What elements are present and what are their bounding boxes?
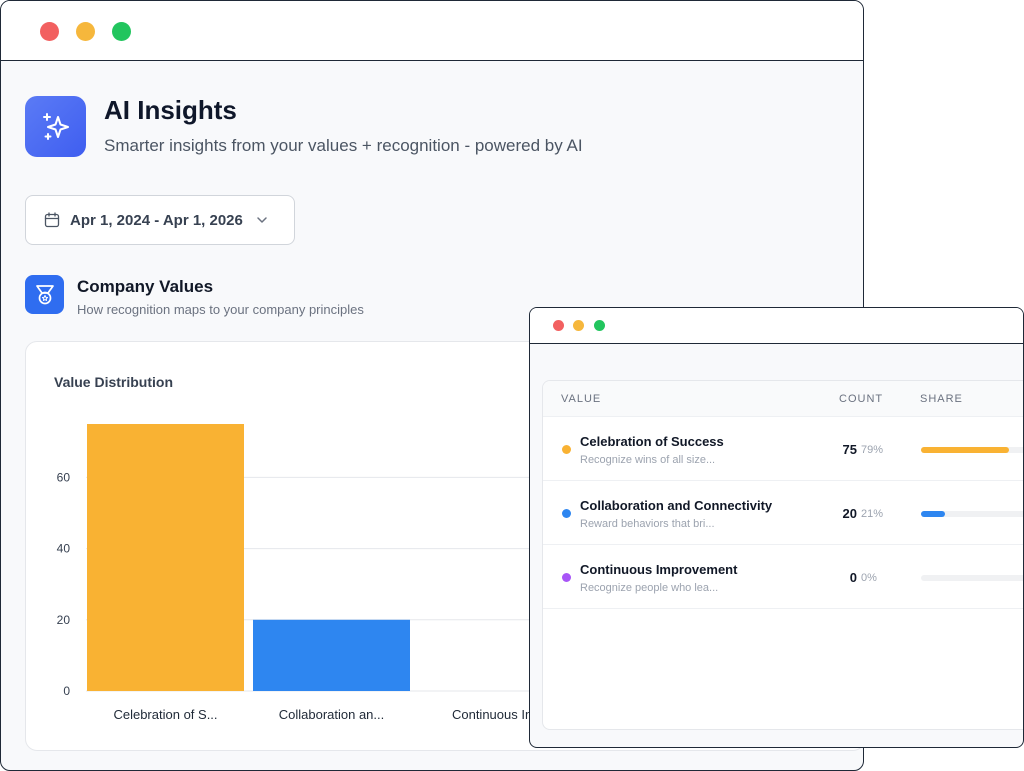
column-header-share[interactable]: SHARE	[920, 393, 963, 405]
section-subtitle: How recognition maps to your company pri…	[77, 302, 364, 317]
page-title: AI Insights	[104, 95, 237, 125]
values-table: VALUE COUNT SHARE Celebration of Success…	[542, 380, 1023, 730]
table-row[interactable]: Collaboration and Connectivity Reward be…	[543, 481, 1023, 545]
table-row[interactable]: Celebration of Success Recognize wins of…	[543, 417, 1023, 481]
minimize-window-button[interactable]	[76, 22, 95, 41]
value-name: Collaboration and Connectivity	[580, 498, 773, 513]
date-range-label: Apr 1, 2024 - Apr 1, 2026	[70, 211, 243, 229]
value-count: 20	[842, 506, 857, 521]
calendar-icon	[44, 212, 60, 228]
column-header-count[interactable]: COUNT	[839, 393, 883, 405]
sparkles-icon	[25, 96, 86, 157]
value-color-dot	[562, 445, 571, 454]
maximize-window-button[interactable]	[112, 22, 131, 41]
bar-0[interactable]	[87, 424, 244, 691]
value-percent: 21%	[861, 508, 884, 520]
value-percent: 79%	[861, 444, 884, 456]
chevron-down-icon	[255, 213, 269, 227]
close-window-button[interactable]	[40, 22, 59, 41]
value-name: Continuous Improvement	[580, 562, 738, 577]
value-description: Recognize people who lea...	[580, 582, 719, 594]
value-count: 0	[849, 570, 857, 585]
table-header: VALUE COUNT SHARE	[543, 381, 1023, 417]
y-tick-label: 40	[57, 542, 71, 556]
overlay-maximize-button[interactable]	[594, 320, 605, 331]
share-bar-track	[921, 447, 1023, 453]
y-tick-label: 0	[63, 684, 70, 698]
y-tick-label: 20	[57, 613, 71, 627]
value-color-dot	[562, 573, 571, 582]
medal-icon	[25, 275, 64, 314]
main-titlebar	[1, 1, 863, 61]
share-bar-track	[921, 511, 1023, 517]
overlay-minimize-button[interactable]	[573, 320, 584, 331]
share-bar-fill	[921, 447, 1010, 453]
y-tick-label: 60	[57, 470, 71, 484]
value-description: Reward behaviors that bri...	[580, 518, 715, 530]
value-name: Celebration of Success	[580, 434, 724, 449]
value-percent: 0%	[861, 572, 877, 584]
overlay-window: VALUE COUNT SHARE Celebration of Success…	[529, 307, 1024, 748]
column-header-value[interactable]: VALUE	[561, 393, 601, 405]
overlay-titlebar	[530, 308, 1023, 344]
x-tick-label: Celebration of S...	[113, 707, 217, 722]
share-bar-track	[921, 575, 1023, 581]
section-title: Company Values	[77, 277, 214, 296]
value-description: Recognize wins of all size...	[580, 454, 716, 466]
date-range-picker[interactable]: Apr 1, 2024 - Apr 1, 2026	[25, 195, 295, 245]
value-color-dot	[562, 509, 571, 518]
value-count: 75	[842, 442, 857, 457]
bar-1[interactable]	[253, 619, 410, 691]
page-subtitle: Smarter insights from your values + reco…	[104, 136, 583, 155]
share-bar-fill	[921, 511, 945, 517]
table-row[interactable]: Continuous Improvement Recognize people …	[543, 545, 1023, 609]
overlay-close-button[interactable]	[553, 320, 564, 331]
x-tick-label: Collaboration an...	[279, 707, 385, 722]
